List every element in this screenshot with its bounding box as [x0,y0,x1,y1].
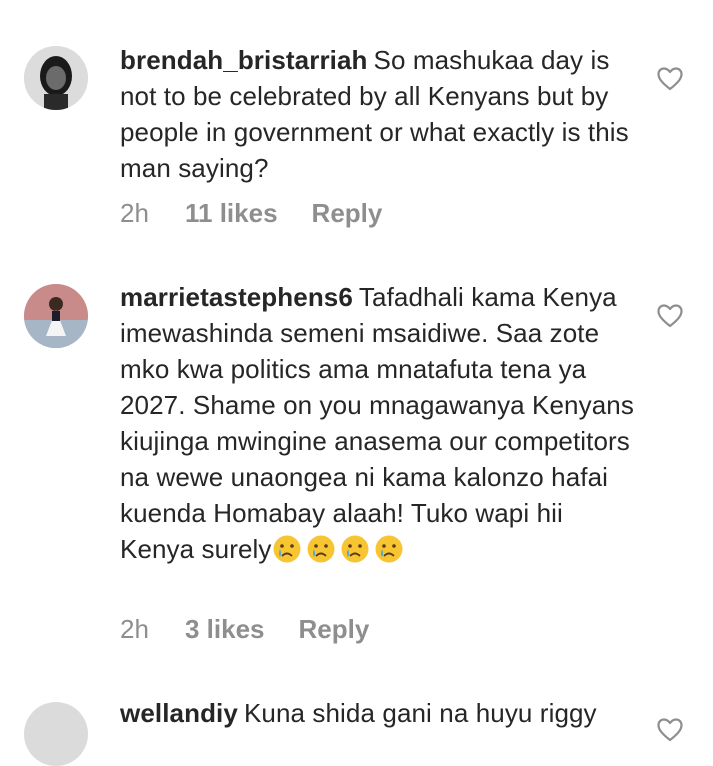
emoji-group [272,534,408,564]
avatar[interactable] [24,284,88,348]
comment-text: brendah_bristarriah So mashukaa day is no… [120,42,635,186]
crying-face-emoji [307,535,334,563]
reply-button[interactable]: Reply [299,614,370,645]
comment-body: Kuna shida gani na huyu riggy [243,698,597,728]
comment-text: marrietastephens6 Tafadhali kama Kenya im… [120,279,635,567]
comment-meta: 2h 3 likes Reply [120,614,369,645]
heart-outline-icon[interactable] [657,304,683,328]
avatar[interactable] [24,46,88,110]
avatar[interactable] [24,702,88,766]
reply-button[interactable]: Reply [312,198,383,229]
comment-likes[interactable]: 11 likes [185,198,278,229]
comment-likes[interactable]: 3 likes [185,614,265,645]
comment-body: Tafadhali kama Kenya imewashinda semeni … [120,282,634,564]
comment-username[interactable]: marrietastephens6 [120,282,353,312]
comment-text: wellandiy Kuna shida gani na huyu riggy [120,695,635,731]
crying-face-emoji [273,535,300,563]
comment-username[interactable]: brendah_bristarriah [120,45,368,75]
heart-outline-icon[interactable] [657,67,683,91]
comment-username[interactable]: wellandiy [120,698,238,728]
comment-meta: 2h 11 likes Reply [120,198,382,229]
comment-time: 2h [120,614,149,644]
crying-face-emoji [375,535,402,563]
comment-time: 2h [120,198,149,228]
crying-face-emoji [341,535,368,563]
heart-outline-icon[interactable] [657,718,683,742]
